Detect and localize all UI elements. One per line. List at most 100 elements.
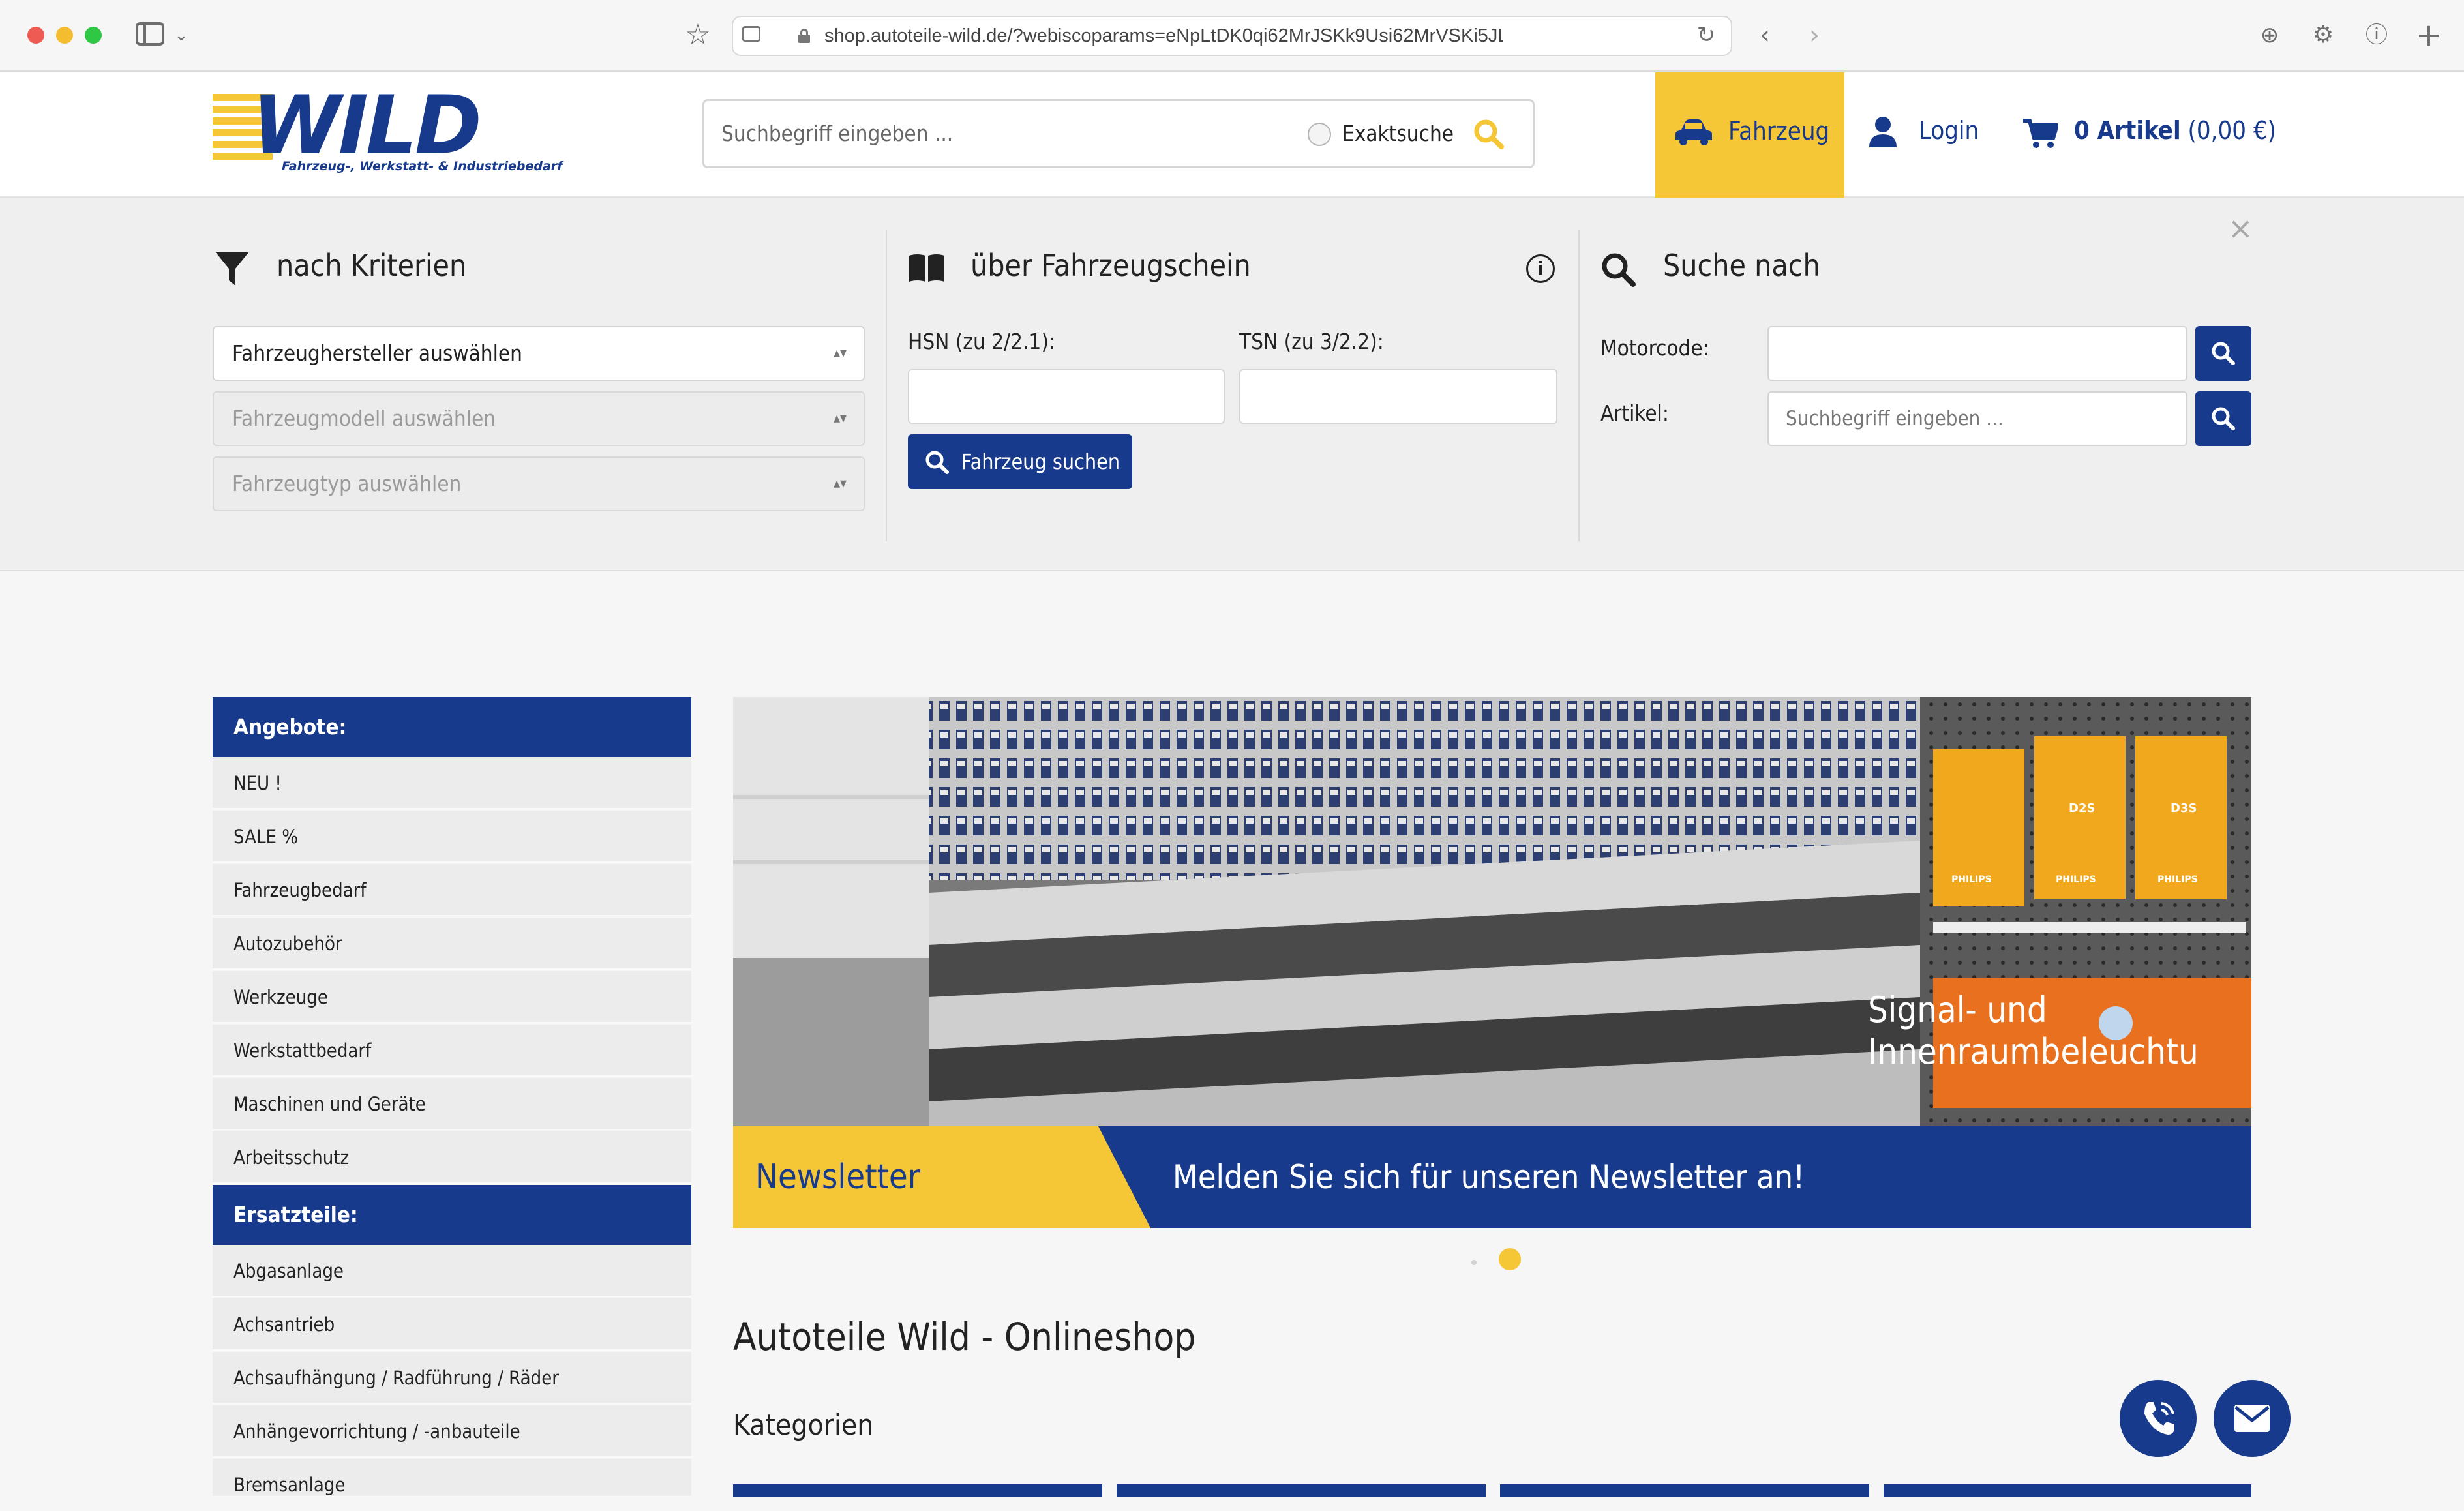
hero-bulb-code-1: D2S bbox=[2069, 801, 2096, 815]
sidebar-item-safety[interactable]: Arbeitsschutz bbox=[213, 1131, 691, 1184]
hsn-input[interactable] bbox=[908, 369, 1225, 424]
hero-sign-line-2: Innenraumbeleuchtu bbox=[1868, 1031, 2199, 1072]
filter-icon bbox=[215, 252, 249, 286]
url-text: shop.autoteile-wild.de/?webiscoparams=eN… bbox=[824, 25, 1503, 46]
book-icon bbox=[909, 254, 944, 282]
hero-sign-text: Signal- und Innenraumbeleuchtu bbox=[1868, 989, 2199, 1073]
sidebar-item-car-accessories[interactable]: Autozubehör bbox=[213, 918, 691, 970]
select-arrows-icon: ▴▾ bbox=[834, 410, 847, 426]
minimize-window-button[interactable] bbox=[56, 27, 73, 44]
download-icon[interactable]: ⊕ bbox=[2250, 17, 2289, 53]
sidebar-item-workshop-supplies[interactable]: Werkstattbedarf bbox=[213, 1025, 691, 1077]
category-tile[interactable] bbox=[1500, 1484, 1869, 1497]
tsn-label: TSN (zu 3/2.2): bbox=[1239, 329, 1384, 354]
engine-code-input[interactable] bbox=[1767, 326, 2187, 381]
login-label: Login bbox=[1919, 116, 1979, 145]
engine-code-search-button[interactable] bbox=[2195, 326, 2251, 381]
type-select-value: Fahrzeugtyp auswählen bbox=[232, 471, 462, 496]
browser-toolbar: ⌄ ☆ shop.autoteile-wild.de/?webiscoparam… bbox=[0, 0, 2464, 72]
forward-icon[interactable]: › bbox=[1795, 17, 1834, 53]
sidebar-item-vehicle-supplies[interactable]: Fahrzeugbedarf bbox=[213, 864, 691, 916]
select-arrows-icon: ▴▾ bbox=[834, 475, 847, 492]
maximize-window-button[interactable] bbox=[85, 27, 102, 44]
category-tile[interactable] bbox=[1884, 1484, 2251, 1497]
category-tile[interactable] bbox=[733, 1484, 1102, 1497]
sidebar-item-exhaust[interactable]: Abgasanlage bbox=[213, 1245, 691, 1297]
article-search-placeholder: Suchbegriff eingeben ... bbox=[1786, 407, 2004, 430]
categories-heading: Kategorien bbox=[733, 1409, 874, 1442]
category-tile[interactable] bbox=[1117, 1484, 1486, 1497]
hero-brand-label-3: PHILIPS bbox=[2157, 875, 2198, 885]
call-button[interactable] bbox=[2120, 1380, 2197, 1457]
newsletter-text: Melden Sie sich für unseren Newsletter a… bbox=[1173, 1158, 1805, 1196]
offers-heading: Angebote: bbox=[213, 697, 691, 757]
parts-heading: Ersatzteile: bbox=[213, 1185, 691, 1245]
hero-bulb-code-2: D3S bbox=[2171, 801, 2197, 815]
sidebar-item-new[interactable]: NEU ! bbox=[213, 757, 691, 809]
newsletter-tag: Newsletter bbox=[755, 1158, 920, 1197]
cart-icon bbox=[2023, 119, 2058, 148]
lock-icon bbox=[798, 29, 810, 43]
info-icon[interactable]: ⓘ bbox=[2357, 17, 2396, 53]
sidebar-item-sale[interactable]: SALE % bbox=[213, 811, 691, 863]
search-for-title: Suche nach bbox=[1663, 248, 1820, 283]
model-select[interactable]: Fahrzeugmodell auswählen ▴▾ bbox=[213, 391, 865, 446]
article-search-input[interactable]: Suchbegriff eingeben ... bbox=[1767, 391, 2187, 446]
cart-link[interactable]: 0 Artikel (0,00 €) bbox=[2022, 112, 2276, 153]
select-arrows-icon: ▴▾ bbox=[834, 345, 847, 361]
article-label: Artikel: bbox=[1600, 400, 1669, 426]
user-icon bbox=[1869, 117, 1897, 147]
vehicle-tab-label: Fahrzeug bbox=[1728, 117, 1830, 145]
page-title: Autoteile Wild - Onlineshop bbox=[733, 1315, 1196, 1359]
hero-banner[interactable]: PHILIPS PHILIPS PHILIPS D2S D3S Signal- … bbox=[733, 697, 2251, 1126]
login-link[interactable]: Login bbox=[1868, 112, 1979, 153]
hsn-label: HSN (zu 2/2.1): bbox=[908, 329, 1055, 354]
panel-divider bbox=[886, 230, 887, 541]
tsn-input[interactable] bbox=[1239, 369, 1557, 424]
sidebar-item-axle-drive[interactable]: Achsantrieb bbox=[213, 1298, 691, 1351]
exact-search-label: Exaktsuche bbox=[1342, 121, 1454, 146]
address-bar[interactable]: shop.autoteile-wild.de/?webiscoparams=eN… bbox=[732, 16, 1732, 56]
vehicle-search-button[interactable]: Fahrzeug suchen bbox=[908, 434, 1132, 489]
sidebar-item-brakes[interactable]: Bremsanlage bbox=[213, 1459, 691, 1497]
close-window-button[interactable] bbox=[27, 27, 44, 44]
gear-icon[interactable]: ⚙ bbox=[2304, 17, 2343, 53]
new-tab-icon[interactable]: + bbox=[2409, 17, 2448, 53]
vehicle-tab[interactable]: Fahrzeug bbox=[1655, 72, 1844, 198]
close-panel-icon[interactable]: × bbox=[2228, 209, 2253, 248]
sidebar-item-tools[interactable]: Werkzeuge bbox=[213, 971, 691, 1023]
sidebar-item-towbar[interactable]: Anhängevorrichtung / -anbauteile bbox=[213, 1405, 691, 1458]
back-icon[interactable]: ‹ bbox=[1745, 17, 1784, 53]
logo-wordmark: WILD bbox=[252, 79, 482, 173]
manufacturer-select[interactable]: Fahrzeughersteller auswählen ▴▾ bbox=[213, 326, 865, 381]
hero-brand-label-1: PHILIPS bbox=[1951, 875, 1992, 885]
vehicle-search-button-label: Fahrzeug suchen bbox=[961, 449, 1120, 474]
sidebar-toggle-icon[interactable] bbox=[136, 22, 164, 46]
slider-dot-active[interactable] bbox=[1499, 1248, 1521, 1270]
logo-tagline: Fahrzeug-, Werkstatt- & Industriebedarf bbox=[282, 159, 563, 173]
search-icon bbox=[2212, 342, 2235, 365]
email-button[interactable] bbox=[2214, 1380, 2291, 1457]
newsletter-banner[interactable]: Newsletter Melden Sie sich für unseren N… bbox=[733, 1126, 2251, 1228]
type-select[interactable]: Fahrzeugtyp auswählen ▴▾ bbox=[213, 456, 865, 511]
sidebar-item-machines[interactable]: Maschinen und Geräte bbox=[213, 1078, 691, 1130]
model-select-value: Fahrzeugmodell auswählen bbox=[232, 406, 496, 431]
car-icon bbox=[1675, 119, 1712, 145]
registration-title: über Fahrzeugschein bbox=[970, 248, 1251, 283]
article-search-button[interactable] bbox=[2195, 391, 2251, 446]
chevron-down-icon[interactable]: ⌄ bbox=[168, 17, 194, 53]
site-logo[interactable]: WILD Fahrzeug-, Werkstatt- & Industriebe… bbox=[213, 79, 565, 178]
slider-dot[interactable] bbox=[1471, 1260, 1477, 1265]
site-settings-icon[interactable] bbox=[742, 26, 760, 42]
reload-icon[interactable]: ↻ bbox=[1687, 17, 1726, 53]
cart-total: (0,00 €) bbox=[2187, 116, 2276, 145]
bookmark-star-icon[interactable]: ☆ bbox=[678, 17, 717, 53]
exact-search-radio[interactable] bbox=[1308, 123, 1331, 146]
search-icon[interactable] bbox=[1473, 118, 1505, 151]
sidebar-item-suspension[interactable]: Achsaufhängung / Radführung / Räder bbox=[213, 1352, 691, 1404]
criteria-title: nach Kriterien bbox=[277, 248, 467, 283]
header-search-input[interactable]: Suchbegriff eingeben ... bbox=[721, 101, 953, 166]
cart-count: 0 Artikel bbox=[2074, 116, 2181, 145]
info-icon[interactable]: i bbox=[1526, 254, 1555, 283]
header-search-box: Suchbegriff eingeben ... Exaktsuche bbox=[702, 99, 1535, 168]
